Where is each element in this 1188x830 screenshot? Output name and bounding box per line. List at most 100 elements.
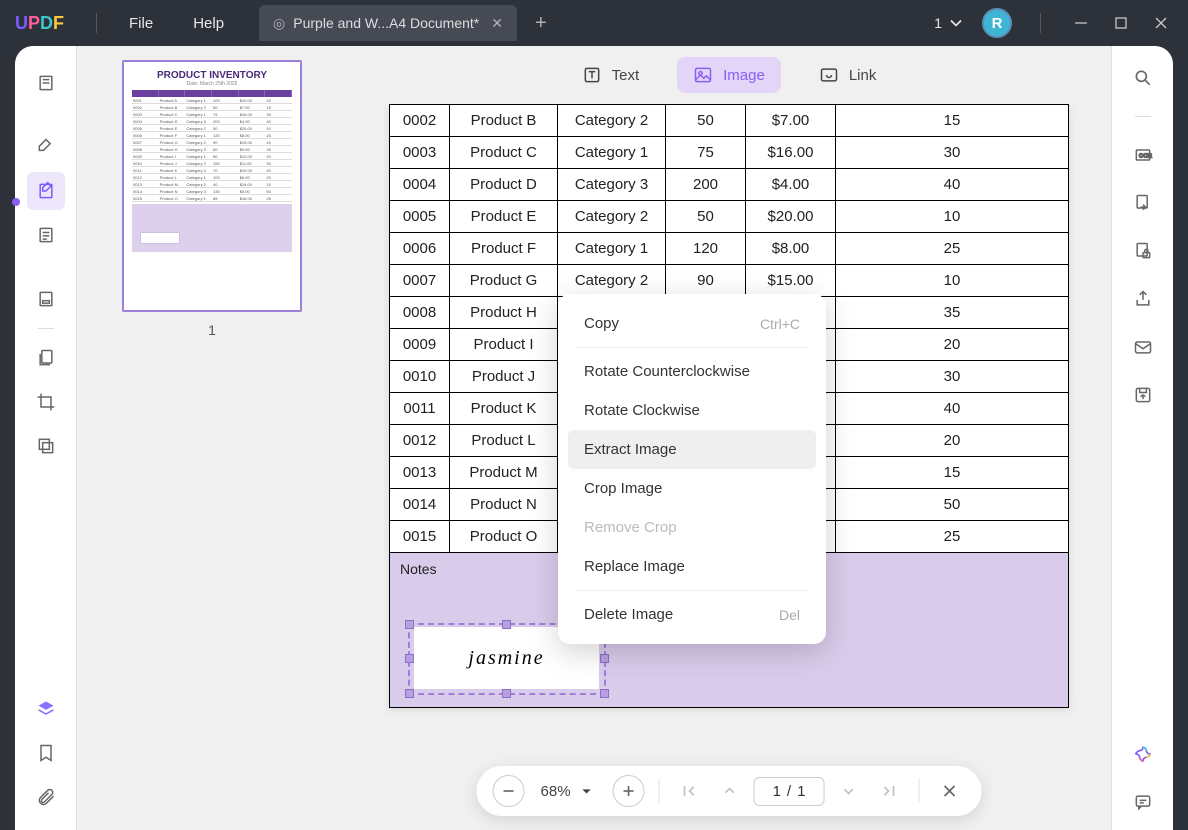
close-bar-button[interactable] [933,775,965,807]
table-cell: 75 [666,137,746,169]
table-cell: 0006 [390,233,450,265]
next-page-button[interactable] [832,775,864,807]
zoom-out-button[interactable] [493,775,525,807]
table-cell: 0014 [390,489,450,521]
table-row: 0004Product DCategory 3200$4.0040 [390,169,1069,201]
table-row: 0007Product GCategory 290$15.0010 [390,265,1069,297]
table-cell: $8.00 [746,233,836,265]
table-cell: Product N [450,489,558,521]
tool-crop[interactable] [27,383,65,421]
table-cell: 0004 [390,169,450,201]
table-cell: $20.00 [746,201,836,233]
separator [576,347,808,348]
tool-edit[interactable] [27,172,65,210]
maximize-button[interactable] [1109,11,1133,35]
table-cell: 0005 [390,201,450,233]
menu-file[interactable]: File [109,15,173,32]
share-button[interactable] [1129,285,1157,313]
edit-mode-toolbar: Text Image Link [347,46,1111,104]
signature-text: jasmine [468,647,544,670]
zoom-level[interactable]: 68% [533,781,605,801]
chevron-down-icon [946,13,966,33]
text-icon [582,65,602,85]
right-toolbar: OCR [1111,46,1173,830]
first-page-button[interactable] [674,775,706,807]
ai-button[interactable] [1129,740,1157,768]
table-cell: 0003 [390,137,450,169]
tab-close-icon[interactable]: ✕ [491,15,503,32]
thumb-title: PRODUCT INVENTORY [132,70,292,81]
mode-link-button[interactable]: Link [803,57,893,93]
ctx-copy[interactable]: CopyCtrl+C [568,304,816,343]
ocr-button[interactable]: OCR [1129,141,1157,169]
protect-button[interactable] [1129,237,1157,265]
add-tab-button[interactable]: + [535,12,547,35]
table-cell: Product H [450,297,558,329]
ctx-crop-image[interactable]: Crop Image [568,469,816,508]
zoom-page-bar: 68% 1/1 [477,766,982,816]
prev-page-button[interactable] [714,775,746,807]
separator [576,590,808,591]
tool-form[interactable] [27,280,65,318]
table-cell: 0015 [390,521,450,553]
table-cell: Category 2 [558,201,666,233]
table-cell: 20 [836,329,1069,361]
thumb-page-number: 1 [91,322,333,338]
last-page-button[interactable] [872,775,904,807]
table-cell: 10 [836,265,1069,297]
search-button[interactable] [1129,64,1157,92]
tool-highlight[interactable] [27,128,65,166]
tool-attach[interactable] [27,778,65,816]
table-cell: 15 [836,105,1069,137]
table-row: 0006Product FCategory 1120$8.0025 [390,233,1069,265]
minimize-button[interactable] [1069,11,1093,35]
table-cell: Category 2 [558,265,666,297]
table-cell: Product I [450,329,558,361]
table-cell: Category 1 [558,233,666,265]
email-button[interactable] [1129,333,1157,361]
tool-organize[interactable] [27,216,65,254]
ctx-rotate-ccw[interactable]: Rotate Counterclockwise [568,352,816,391]
divider [96,13,97,33]
table-cell: Product J [450,361,558,393]
close-button[interactable] [1149,11,1173,35]
table-cell: 25 [836,233,1069,265]
table-cell: $15.00 [746,265,836,297]
page-indicator-top[interactable]: 1 [934,13,966,33]
document-tab[interactable]: ◎ Purple and W...A4 Document* ✕ [259,5,517,41]
table-cell: 0013 [390,457,450,489]
table-cell: 50 [666,105,746,137]
image-icon [693,65,713,85]
separator [1135,116,1151,117]
tool-layers[interactable] [27,690,65,728]
tab-title: Purple and W...A4 Document* [293,15,479,31]
mode-text-button[interactable]: Text [566,57,656,93]
thumbnail-panel: PRODUCT INVENTORY Date: March 25th 2025 … [77,46,347,830]
thumb-date: Date: March 25th 2025 [132,81,292,87]
ctx-rotate-cw[interactable]: Rotate Clockwise [568,391,816,430]
table-cell: Product G [450,265,558,297]
tool-pages[interactable] [27,339,65,377]
user-avatar[interactable]: R [982,8,1012,38]
table-cell: Product O [450,521,558,553]
table-cell: 10 [836,201,1069,233]
mode-image-button[interactable]: Image [677,57,781,93]
tool-stack[interactable] [27,427,65,465]
table-cell: 0011 [390,393,450,425]
save-button[interactable] [1129,381,1157,409]
table-cell: 200 [666,169,746,201]
menu-help[interactable]: Help [173,15,244,32]
ctx-delete-image[interactable]: Delete ImageDel [568,595,816,634]
convert-button[interactable] [1129,189,1157,217]
comment-button[interactable] [1129,788,1157,816]
ctx-extract-image[interactable]: Extract Image [568,430,816,469]
zoom-in-button[interactable] [613,775,645,807]
tool-reader[interactable] [27,64,65,102]
page-thumbnail[interactable]: PRODUCT INVENTORY Date: March 25th 2025 … [122,60,302,312]
tool-bookmark[interactable] [27,734,65,772]
ctx-replace-image[interactable]: Replace Image [568,547,816,586]
table-cell: 35 [836,297,1069,329]
table-cell: 50 [836,489,1069,521]
table-cell: $7.00 [746,105,836,137]
page-input[interactable]: 1/1 [754,777,825,806]
